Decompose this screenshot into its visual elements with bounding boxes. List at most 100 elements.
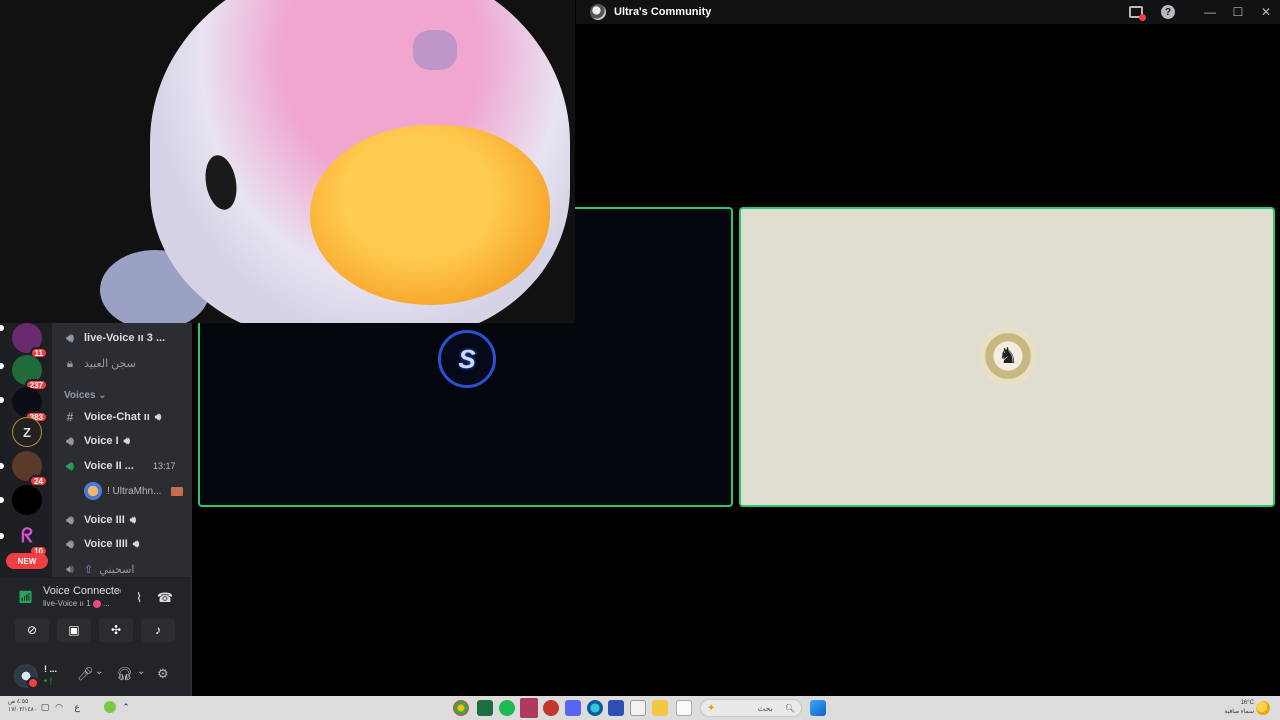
volume-icon: 🔊︎ <box>123 435 130 447</box>
user-name: ! ... <box>44 664 57 674</box>
noise-suppression-button[interactable]: ⌇ <box>127 588 151 608</box>
channel-voice-3[interactable]: 🔊︎ Voice III 🔊︎ <box>62 510 136 530</box>
search-icon: 🔍︎ <box>784 703 795 713</box>
volume-icon: 🔊︎ <box>132 538 140 550</box>
screen-share-button[interactable]: ▣ <box>57 618 91 642</box>
wifi-icon[interactable]: ◠ <box>54 702 64 712</box>
mic-chevron-down-icon[interactable]: ⌄ <box>95 666 103 677</box>
headphones-chevron-down-icon[interactable]: ⌄ <box>137 666 145 677</box>
channel-voice-4[interactable]: 🔊︎ Voice IIII 🔊︎ <box>62 534 139 554</box>
copilot-icon: ✦ <box>707 702 716 714</box>
hash-icon: # <box>66 410 74 424</box>
signal-icon: 📶︎ <box>18 590 34 604</box>
server-icon[interactable]: 237 <box>12 355 48 391</box>
volume-icon: 🔊︎ <box>129 514 137 526</box>
webcam-image-part <box>310 125 550 305</box>
camera-off-button[interactable]: ⊘ <box>15 618 49 642</box>
speaker-icon: 🔊︎ <box>66 536 74 551</box>
speaker-icon: 🔊︎ <box>66 458 74 473</box>
discord-app: Ultra's Community ? — ☐ ✕ S ♞ 11 237 383… <box>0 0 1280 697</box>
app-icon[interactable] <box>608 700 624 716</box>
user-status: • ! <box>44 676 53 686</box>
webcam-popout[interactable] <box>0 0 575 323</box>
server-icon <box>590 4 606 20</box>
windows-taskbar: ٤:٥٥ ص ١٧/٠٢/١٤٨٠ ▢ ◠ ع ⌃ ✦ بحث 🔍︎ 16°C سم… <box>0 696 1280 720</box>
camera-off-icon: ⊘ <box>26 623 38 637</box>
help-icon: ? <box>1161 5 1175 19</box>
close-button[interactable]: ✕ <box>1252 0 1280 24</box>
notepad-icon[interactable] <box>676 700 692 716</box>
user-avatar[interactable] <box>14 664 39 689</box>
voice-connection-panel: 📶︎ Voice Connected live-Voice ıı 1 ... ⌇… <box>0 577 190 697</box>
taskbar-search[interactable]: ✦ بحث 🔍︎ <box>700 699 802 717</box>
category-voices[interactable]: Voices ⌄ <box>64 390 107 401</box>
speaker-icon: 🔊︎ <box>66 561 74 576</box>
unread-pill <box>0 497 4 503</box>
chrome-icon[interactable] <box>453 700 469 716</box>
window-title: Ultra's Community <box>614 6 712 18</box>
mic-icon[interactable]: 🎤︎ <box>77 666 94 682</box>
server-icon[interactable]: 24 <box>12 451 48 487</box>
voice-channel-name[interactable]: live-Voice ıı 1 ... <box>43 599 110 608</box>
inbox-icon <box>1129 6 1146 21</box>
video-tile-participant[interactable]: ♞ <box>739 207 1275 507</box>
discord-icon[interactable] <box>565 700 581 716</box>
unread-pill <box>0 397 4 403</box>
unread-pill <box>0 463 4 469</box>
voice-status[interactable]: Voice Connected <box>43 585 121 597</box>
chevron-up-icon[interactable]: ⌃ <box>121 702 131 712</box>
speaker-icon: 🔊︎ <box>66 433 74 448</box>
file-explorer-icon[interactable] <box>652 700 668 716</box>
activities-icon: ✣ <box>110 623 122 637</box>
unread-pill <box>0 533 4 539</box>
participant-avatar: ♞ <box>979 327 1037 385</box>
activities-button[interactable]: ✣ <box>99 618 133 642</box>
webcam-image-part <box>413 30 457 70</box>
soundboard-button[interactable]: ♪ <box>141 618 175 642</box>
channel-live-voice[interactable]: 🔊︎ live-Voice ıı 3 ... <box>62 328 165 348</box>
disconnect-button[interactable]: ☎︎ <box>153 588 177 608</box>
channel-drag[interactable]: 🔊︎ ⇧ اسحبني <box>62 559 134 579</box>
channel-voice-1[interactable]: 🔊︎ Voice I 🔊︎ <box>62 431 130 451</box>
speaker-icon: 🔊︎ <box>66 330 74 345</box>
maximize-button[interactable]: ☐ <box>1224 0 1252 24</box>
weather-widget[interactable]: 16°C سماء صافية <box>1224 699 1254 717</box>
spotify-icon[interactable] <box>499 700 515 716</box>
speaker-icon: 🔊︎ <box>66 512 74 527</box>
weather-moon-icon[interactable] <box>1256 701 1270 715</box>
unread-pill <box>0 363 4 369</box>
notification-icon[interactable]: ▢ <box>40 702 50 712</box>
tray-app-icon[interactable] <box>104 701 116 713</box>
avatar <box>84 482 102 500</box>
app-icon[interactable] <box>543 700 559 716</box>
minimize-button[interactable]: — <box>1196 0 1224 24</box>
inbox-button[interactable] <box>1122 0 1150 24</box>
channel-voice-2[interactable]: 🔊︎ Voice II ... 13:17 <box>62 456 175 476</box>
language-indicator[interactable]: ع <box>72 702 82 712</box>
windows-start-icon[interactable] <box>810 700 826 716</box>
server-icon[interactable]: 383 <box>12 387 48 423</box>
voice-member[interactable]: ! UltraMhn... <box>84 481 184 501</box>
server-icon[interactable]: Z <box>12 417 42 447</box>
participant-avatar: S <box>438 330 496 388</box>
headphones-icon[interactable]: 🎧︎ <box>116 666 133 682</box>
excel-icon[interactable] <box>477 700 493 716</box>
channel-voice-chat[interactable]: # Voice-Chat ıı 🔊︎ <box>62 407 161 427</box>
server-icon[interactable]: 11 <box>12 323 48 359</box>
soundboard-icon: ♪ <box>155 623 161 637</box>
volume-icon: 🔊︎ <box>154 411 162 423</box>
settings-gear-icon[interactable]: ⚙ <box>157 666 169 682</box>
lock-icon: 🔒︎ <box>66 355 74 370</box>
server-icon[interactable]: ᖇ 10 <box>12 521 48 557</box>
edge-icon[interactable] <box>587 700 603 716</box>
unread-pill <box>0 325 4 331</box>
channel-locked[interactable]: 🔒︎ سجن العبيد <box>62 353 136 373</box>
store-icon[interactable] <box>630 700 646 716</box>
title-bar: Ultra's Community ? — ☐ ✕ <box>576 0 1280 24</box>
clock[interactable]: ٤:٥٥ ص ١٧/٠٢/١٤٨٠ <box>8 698 37 714</box>
active-app-icon[interactable] <box>520 698 538 718</box>
server-dot-icon <box>92 599 101 608</box>
help-button[interactable]: ? <box>1154 0 1182 24</box>
server-icon[interactable] <box>12 485 42 515</box>
user-area: ! ... • ! 🎤︎ ⌄ 🎧︎ ⌄ ⚙ <box>0 656 190 697</box>
